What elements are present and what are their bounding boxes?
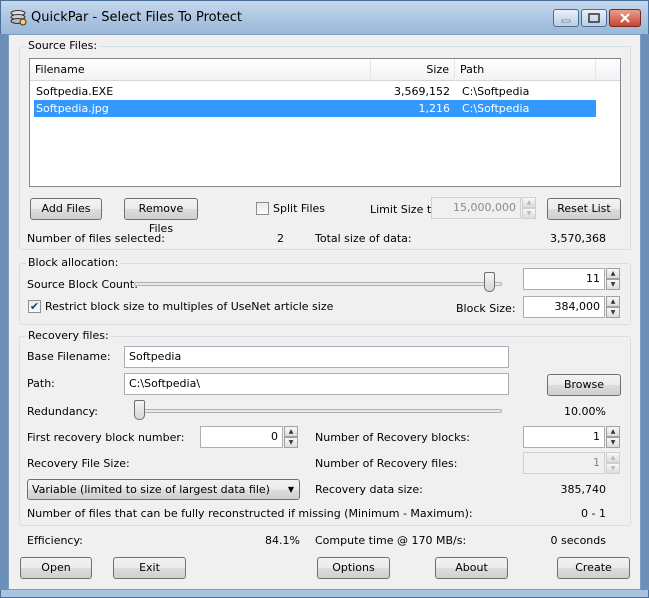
- spin-down-icon[interactable]: ▼: [606, 279, 620, 290]
- spin-down-icon[interactable]: ▼: [522, 208, 536, 219]
- maximize-icon: [588, 13, 600, 23]
- redundancy-slider-thumb[interactable]: [134, 400, 145, 420]
- window-title: QuickPar - Select Files To Protect: [31, 10, 242, 25]
- reconstruct-label: Number of files that can be fully recons…: [27, 507, 473, 520]
- base-filename-label: Base Filename:: [27, 350, 111, 363]
- path-input[interactable]: C:\Softpedia\: [124, 373, 509, 395]
- limit-size-input[interactable]: 15,000,000: [431, 197, 521, 219]
- num-recovery-files-input[interactable]: 1: [523, 452, 605, 474]
- source-block-slider-thumb[interactable]: [483, 272, 495, 292]
- options-button[interactable]: Options: [317, 557, 390, 579]
- limit-size-spinner[interactable]: ▲ ▼: [522, 197, 536, 219]
- spin-up-icon[interactable]: ▲: [284, 426, 298, 437]
- column-header-path[interactable]: Path: [455, 59, 596, 81]
- spin-down-icon[interactable]: ▼: [606, 463, 620, 474]
- row-filename: Softpedia.EXE: [36, 85, 114, 98]
- source-files-group-label: Source Files:: [26, 39, 100, 52]
- first-block-spinner[interactable]: ▲ ▼: [284, 426, 298, 448]
- open-button[interactable]: Open: [20, 557, 92, 579]
- source-block-count-spinner[interactable]: ▲ ▼: [606, 268, 620, 290]
- total-size-value: 3,570,368: [550, 232, 606, 245]
- source-block-count-input[interactable]: 11: [523, 268, 605, 290]
- source-files-list[interactable]: Filename Size Path Softpedia.EXE 3,569,1…: [29, 58, 621, 187]
- reconstruct-value: 0 - 1: [581, 507, 606, 520]
- minimize-icon: [561, 19, 571, 23]
- spin-up-icon[interactable]: ▲: [606, 268, 620, 279]
- row-path: C:\Softpedia: [462, 85, 530, 98]
- about-button[interactable]: About: [435, 557, 508, 579]
- recovery-file-size-dropdown[interactable]: Variable (limited to size of largest dat…: [27, 479, 300, 500]
- spin-down-icon[interactable]: ▼: [284, 437, 298, 448]
- dropdown-selected-value: Variable (limited to size of largest dat…: [32, 483, 270, 496]
- close-button[interactable]: [609, 9, 641, 27]
- row-filename: Softpedia.jpg: [36, 102, 109, 115]
- block-allocation-group-label: Block allocation:: [26, 256, 121, 269]
- recovery-data-size-label: Recovery data size:: [315, 483, 423, 496]
- block-size-input[interactable]: 384,000: [523, 296, 605, 318]
- efficiency-value: 84.1%: [265, 534, 300, 547]
- spin-up-icon[interactable]: ▲: [606, 452, 620, 463]
- efficiency-label: Efficiency:: [27, 534, 83, 547]
- first-block-input[interactable]: 0: [200, 426, 283, 448]
- list-item-selected[interactable]: Softpedia.jpg 1,216 C:\Softpedia: [34, 100, 596, 117]
- recovery-data-size-value: 385,740: [560, 483, 607, 496]
- recovery-files-group-label: Recovery files:: [26, 329, 111, 342]
- source-block-slider-track[interactable]: [134, 282, 502, 286]
- redundancy-slider-track[interactable]: [134, 409, 502, 413]
- source-block-count-label: Source Block Count:: [27, 278, 138, 291]
- first-block-label: First recovery block number:: [27, 431, 185, 444]
- num-recovery-files-label: Number of Recovery files:: [315, 457, 458, 470]
- quickpar-app-icon: [10, 10, 27, 26]
- title-bar: QuickPar - Select Files To Protect: [0, 0, 649, 34]
- compute-time-value: 0 seconds: [550, 534, 606, 547]
- path-label: Path:: [27, 377, 55, 390]
- num-recovery-blocks-spinner[interactable]: ▲ ▼: [606, 426, 620, 448]
- close-icon: [620, 13, 630, 23]
- remove-files-button[interactable]: Remove Files: [124, 198, 198, 235]
- block-size-label: Block Size:: [456, 302, 516, 315]
- list-item[interactable]: Softpedia.EXE 3,569,152 C:\Softpedia: [34, 83, 596, 100]
- spin-up-icon[interactable]: ▲: [606, 296, 620, 307]
- list-header: Filename Size Path: [30, 59, 620, 81]
- chevron-down-icon: ▼: [287, 485, 294, 494]
- files-selected-label: Number of files selected:: [27, 232, 165, 245]
- base-filename-input[interactable]: Softpedia: [124, 346, 509, 368]
- column-header-filename[interactable]: Filename: [30, 59, 371, 81]
- split-files-label: Split Files: [273, 202, 326, 215]
- total-size-label: Total size of data:: [315, 232, 412, 245]
- redundancy-value: 10.00%: [564, 405, 606, 418]
- recovery-file-size-label: Recovery File Size:: [27, 457, 130, 470]
- row-size: 1,216: [418, 102, 451, 115]
- create-button[interactable]: Create: [557, 557, 630, 579]
- split-files-checkbox[interactable]: [256, 202, 269, 215]
- num-recovery-files-spinner[interactable]: ▲ ▼: [606, 452, 620, 474]
- reset-list-button[interactable]: Reset List: [547, 198, 621, 220]
- checkmark-icon: ✔: [29, 300, 40, 313]
- restrict-block-size-checkbox[interactable]: ✔: [28, 300, 41, 313]
- num-recovery-blocks-input[interactable]: 1: [523, 426, 605, 448]
- add-files-button[interactable]: Add Files: [30, 198, 102, 220]
- block-size-spinner[interactable]: ▲ ▼: [606, 296, 620, 318]
- browse-button[interactable]: Browse: [547, 374, 621, 396]
- redundancy-label: Redundancy:: [27, 405, 99, 418]
- column-header-size[interactable]: Size: [371, 59, 455, 81]
- files-selected-value: 2: [277, 232, 284, 245]
- restrict-block-size-label: Restrict block size to multiples of UseN…: [45, 300, 334, 313]
- row-size: 3,569,152: [394, 85, 450, 98]
- minimize-button[interactable]: [553, 9, 579, 27]
- exit-button[interactable]: Exit: [113, 557, 186, 579]
- num-recovery-blocks-label: Number of Recovery blocks:: [315, 431, 470, 444]
- maximize-button[interactable]: [581, 9, 607, 27]
- window-frame-bottom: [0, 590, 649, 598]
- spin-up-icon[interactable]: ▲: [606, 426, 620, 437]
- spin-down-icon[interactable]: ▼: [606, 307, 620, 318]
- compute-time-label: Compute time @ 170 MB/s:: [315, 534, 467, 547]
- row-path: C:\Softpedia: [462, 102, 530, 115]
- spin-down-icon[interactable]: ▼: [606, 437, 620, 448]
- spin-up-icon[interactable]: ▲: [522, 197, 536, 208]
